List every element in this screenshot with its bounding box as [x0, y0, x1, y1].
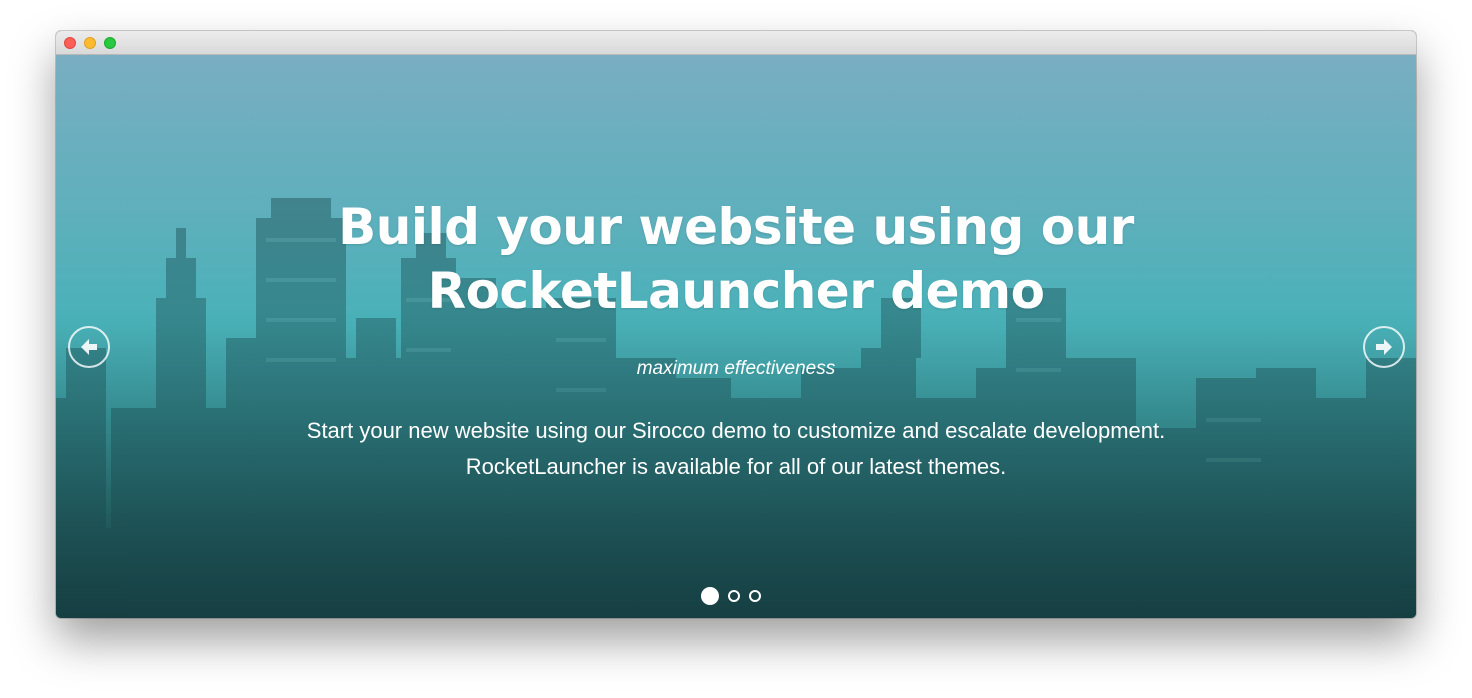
color-overlay: [56, 55, 1416, 618]
arrow-left-circle-icon: [81, 339, 97, 355]
carousel-pagination: [701, 587, 761, 605]
window-maximize-button[interactable]: [104, 37, 116, 49]
carousel-dot-3[interactable]: [749, 590, 761, 602]
window-close-button[interactable]: [64, 37, 76, 49]
window-titlebar: [56, 31, 1416, 55]
hero-description: Start your new website using our Sirocco…: [256, 413, 1216, 485]
arrow-right-circle-icon: [1376, 339, 1392, 355]
hero-headline-line-1: Build your website using our: [338, 198, 1134, 256]
hero-description-line-2: RocketLauncher is available for all of o…: [465, 454, 1007, 479]
hero-tagline: maximum effectiveness: [636, 358, 836, 379]
carousel-prev-button[interactable]: [68, 326, 110, 368]
carousel-dot-2[interactable]: [728, 590, 740, 602]
hero-description-line-1: Start your new website using our Sirocco…: [306, 418, 1166, 443]
carousel-next-button[interactable]: [1363, 326, 1405, 368]
hero-headline-line-2: RocketLauncher demo: [427, 262, 1045, 320]
browser-window: Build your website using our RocketLaunc…: [56, 31, 1416, 618]
hero-slideshow: Build your website using our RocketLaunc…: [56, 55, 1416, 618]
carousel-dot-1[interactable]: [701, 587, 719, 605]
window-minimize-button[interactable]: [84, 37, 96, 49]
hero-headline: Build your website using our RocketLaunc…: [336, 195, 1136, 323]
